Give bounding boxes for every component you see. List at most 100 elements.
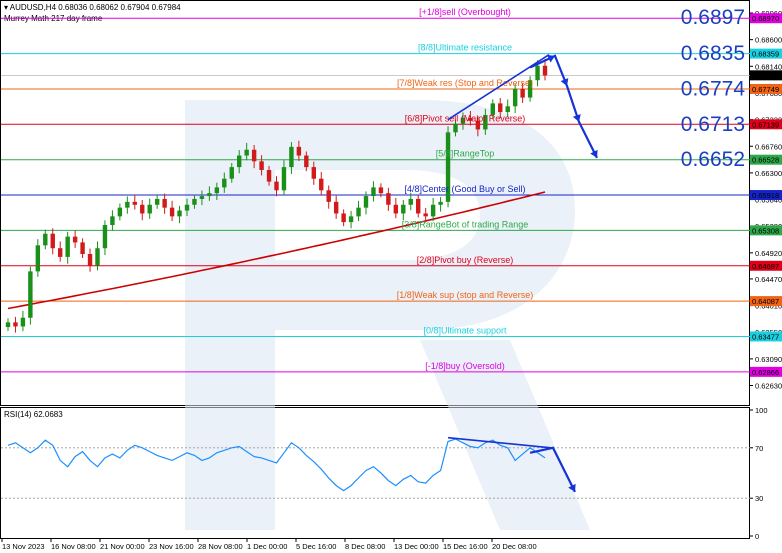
x-tick-label: 16 Nov 08:00 bbox=[51, 542, 96, 551]
candle-body bbox=[356, 207, 361, 217]
candle-body bbox=[430, 204, 436, 217]
candle-body bbox=[199, 196, 205, 199]
price-tag-text: 0.64087 bbox=[752, 297, 779, 306]
candle-body bbox=[35, 245, 41, 272]
candle-body bbox=[95, 248, 100, 266]
candle-body bbox=[50, 233, 55, 249]
candle-body bbox=[147, 204, 152, 214]
candle-body bbox=[378, 187, 384, 194]
price-tag-text: 0.62866 bbox=[752, 368, 779, 377]
rsi-y-tick-label: 30 bbox=[755, 494, 763, 503]
candle-body bbox=[28, 271, 33, 318]
candle-body bbox=[20, 317, 26, 327]
rsi-y-tick-label: 70 bbox=[755, 444, 763, 453]
candle-body bbox=[169, 207, 175, 217]
candle-body bbox=[237, 155, 242, 168]
candle-body bbox=[266, 170, 272, 182]
x-tick-label: 28 Nov 08:00 bbox=[198, 542, 243, 551]
candle-body bbox=[58, 248, 63, 257]
murrey-level-label: [1/8]Weak sup (stop and Reverse) bbox=[397, 290, 533, 300]
price-tag-text: 0.68970 bbox=[752, 14, 779, 23]
candle-body bbox=[251, 149, 257, 162]
candle-body bbox=[214, 187, 220, 194]
candle-body bbox=[363, 196, 369, 208]
candle-body bbox=[72, 236, 78, 243]
candle-body bbox=[162, 198, 167, 208]
murrey-level-label: [0/8]Ultimate support bbox=[423, 325, 507, 335]
x-tick-label: 1 Dec 00:00 bbox=[247, 542, 287, 551]
candle-body bbox=[177, 210, 182, 217]
price-tag-text: 0.63477 bbox=[752, 332, 779, 341]
target-price-label: 0.6835 bbox=[681, 42, 745, 65]
candle-body bbox=[154, 198, 160, 205]
x-tick-label: 5 Dec 16:00 bbox=[296, 542, 336, 551]
candle-body bbox=[512, 88, 518, 107]
candle-body bbox=[371, 187, 376, 197]
candle-body bbox=[192, 198, 197, 205]
candle-body bbox=[505, 106, 510, 113]
candle-body bbox=[132, 201, 137, 205]
rsi-y-tick-label: 100 bbox=[755, 406, 768, 415]
price-tag-text: 0.65918 bbox=[752, 191, 779, 200]
candle-body bbox=[423, 213, 428, 217]
x-tick-label: 15 Dec 16:00 bbox=[443, 542, 488, 551]
candle-body bbox=[110, 216, 115, 226]
candle-body bbox=[453, 123, 458, 133]
murrey-level-label: [6/8]Pivot sell (Major Reverse) bbox=[405, 113, 526, 123]
x-tick-label: 21 Nov 00:00 bbox=[100, 542, 145, 551]
candle-body bbox=[341, 213, 346, 223]
candle-body bbox=[296, 146, 302, 156]
murrey-level-label: [-1/8]buy (Oversold) bbox=[425, 361, 505, 371]
candle-body bbox=[438, 201, 443, 205]
y-tick-label: 0.68600 bbox=[755, 36, 782, 45]
candle-body bbox=[289, 146, 294, 168]
candle-body bbox=[416, 198, 421, 214]
x-tick-label: 13 Nov 2023 bbox=[2, 542, 45, 551]
candle-body bbox=[207, 193, 212, 197]
price-tag-text: 0.66528 bbox=[752, 156, 779, 165]
price-tag-text: 0.67139 bbox=[752, 120, 779, 129]
candle-body bbox=[229, 167, 234, 179]
y-tick-label: 0.63090 bbox=[755, 355, 782, 364]
x-tick-label: 13 Dec 00:00 bbox=[394, 542, 439, 551]
candle-body bbox=[393, 204, 399, 214]
candle-body bbox=[386, 193, 391, 205]
candle-body bbox=[5, 322, 11, 328]
candle-body bbox=[13, 322, 18, 327]
candle-body bbox=[87, 254, 93, 266]
x-tick-label: 20 Dec 08:00 bbox=[492, 542, 537, 551]
murrey-level-label: [4/8]Center (Good Buy or Sell) bbox=[404, 184, 525, 194]
target-price-label: 0.6897 bbox=[681, 6, 745, 29]
target-price-label: 0.6774 bbox=[681, 77, 746, 100]
target-price-label: 0.6652 bbox=[681, 148, 745, 171]
candle-body bbox=[43, 233, 48, 246]
main-pane-frame bbox=[0, 0, 750, 406]
candle-body bbox=[542, 65, 548, 76]
murrey-level-label: [8/8]Ultimate resistance bbox=[418, 43, 512, 53]
candle-body bbox=[311, 167, 316, 179]
price-tag-text: 0.68359 bbox=[752, 50, 779, 59]
candle-body bbox=[184, 204, 190, 211]
candle-body bbox=[259, 161, 264, 171]
candle-body bbox=[319, 178, 324, 191]
x-tick-label: 23 Nov 16:00 bbox=[149, 542, 194, 551]
candle-body bbox=[140, 204, 145, 214]
y-tick-label: 0.66760 bbox=[755, 142, 782, 151]
candle-body bbox=[401, 204, 406, 214]
murrey-level-label: [+1/8]sell (Overbought) bbox=[419, 7, 511, 17]
candle-body bbox=[498, 103, 503, 113]
candle-body bbox=[304, 155, 309, 168]
murrey-level-label: [3/8]RangeBot of trading Range bbox=[402, 219, 529, 229]
murrey-level-label: [5/8]RangeTop bbox=[436, 149, 495, 159]
price-tag-text: 0.64697 bbox=[752, 262, 779, 271]
rsi-y-tick-label: 0 bbox=[755, 532, 759, 541]
y-tick-label: 0.64470 bbox=[755, 275, 782, 284]
candle-body bbox=[80, 242, 85, 255]
rsi-header: RSI(14) 62.0683 bbox=[4, 410, 63, 419]
murrey-level-label: [7/8]Weak res (Stop and Reverse) bbox=[397, 78, 533, 88]
candle-body bbox=[333, 201, 339, 214]
candle-body bbox=[222, 178, 227, 188]
candle-body bbox=[117, 207, 123, 217]
candle-body bbox=[244, 149, 249, 156]
candle-body bbox=[520, 88, 525, 98]
